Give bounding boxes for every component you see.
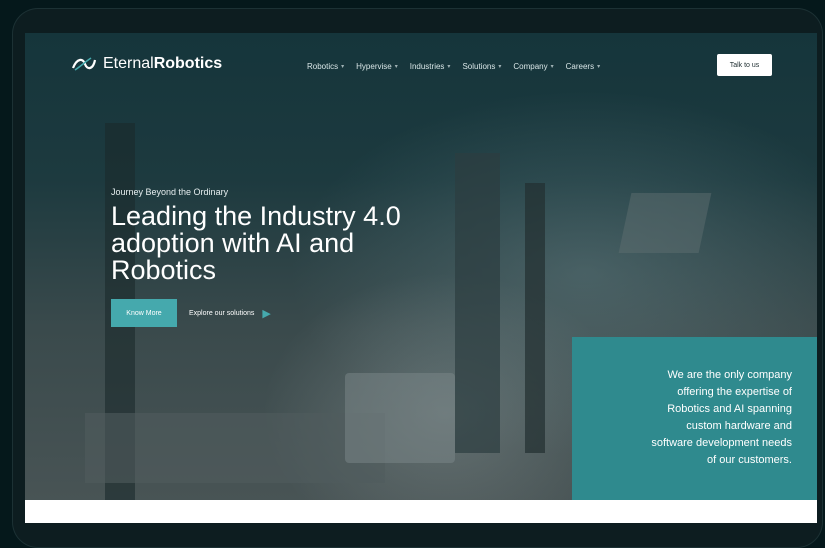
explore-label: Explore our solutions bbox=[189, 309, 255, 317]
top-navigation: Eternal Robotics Robotics ▾ Hypervise ▾ Ind… bbox=[25, 33, 817, 99]
logo-text-prefix: Eternal bbox=[103, 55, 154, 72]
info-line: We are the only company bbox=[667, 369, 792, 381]
background-device bbox=[345, 373, 455, 463]
know-more-button[interactable]: Know More bbox=[111, 299, 177, 327]
menu-item-company[interactable]: Company ▾ bbox=[513, 62, 553, 71]
website-screen: Eternal Robotics Robotics ▾ Hypervise ▾ Ind… bbox=[25, 33, 817, 523]
chevron-down-icon: ▾ bbox=[394, 64, 398, 70]
background-machine-frame bbox=[455, 153, 500, 453]
main-menu: Robotics ▾ Hypervise ▾ Industries ▾ Solutio… bbox=[307, 62, 600, 71]
info-card: We are the only company offering the exp… bbox=[572, 337, 817, 500]
menu-item-industries[interactable]: Industries ▾ bbox=[410, 62, 451, 71]
hero-title-line: adoption with AI and bbox=[111, 228, 355, 258]
chevron-down-icon: ▾ bbox=[341, 64, 345, 70]
explore-solutions-link[interactable]: Explore our solutions ▶ bbox=[189, 307, 271, 320]
menu-item-careers[interactable]: Careers ▾ bbox=[566, 62, 600, 71]
brand-logo[interactable]: Eternal Robotics bbox=[71, 55, 222, 73]
info-line: software development needs bbox=[651, 437, 792, 449]
menu-label: Careers bbox=[565, 62, 595, 71]
logo-text-suffix: Robotics bbox=[153, 55, 223, 72]
menu-item-hypervise[interactable]: Hypervise ▾ bbox=[356, 62, 398, 71]
chevron-down-icon: ▾ bbox=[597, 64, 601, 70]
background-table bbox=[85, 413, 385, 483]
menu-label: Solutions bbox=[462, 62, 496, 71]
menu-label: Industries bbox=[409, 62, 445, 71]
background-window bbox=[618, 193, 712, 253]
hero-section: Journey Beyond the Ordinary Leading the … bbox=[111, 187, 441, 284]
hero-title-line: Leading the Industry 4.0 bbox=[111, 201, 401, 231]
info-line: offering the expertise of bbox=[677, 386, 792, 398]
menu-label: Robotics bbox=[307, 62, 339, 71]
play-icon: ▶ bbox=[262, 307, 271, 320]
hero-title-line: Robotics bbox=[111, 255, 217, 285]
info-line: custom hardware and bbox=[686, 420, 792, 432]
info-line: Robotics and AI spanning bbox=[667, 403, 792, 415]
hero-kicker: Journey Beyond the Ordinary bbox=[111, 187, 229, 197]
info-text: We are the only company offering the exp… bbox=[592, 367, 792, 469]
menu-item-solutions[interactable]: Solutions ▾ bbox=[462, 62, 501, 71]
infinity-logo-icon bbox=[71, 57, 97, 71]
menu-item-robotics[interactable]: Robotics ▾ bbox=[307, 62, 344, 71]
content-section-start bbox=[25, 500, 817, 523]
background-machine-column bbox=[525, 183, 545, 453]
chevron-down-icon: ▾ bbox=[447, 64, 451, 70]
menu-label: Hypervise bbox=[356, 62, 392, 71]
hero-title: Leading the Industry 4.0 adoption with A… bbox=[111, 203, 441, 284]
hero-cta-row: Know More Explore our solutions ▶ bbox=[111, 299, 271, 327]
info-line: of our customers. bbox=[707, 454, 792, 466]
chevron-down-icon: ▾ bbox=[498, 64, 502, 70]
chevron-down-icon: ▾ bbox=[550, 64, 554, 70]
talk-to-us-button[interactable]: Talk to us bbox=[717, 54, 772, 76]
menu-label: Company bbox=[513, 62, 548, 71]
